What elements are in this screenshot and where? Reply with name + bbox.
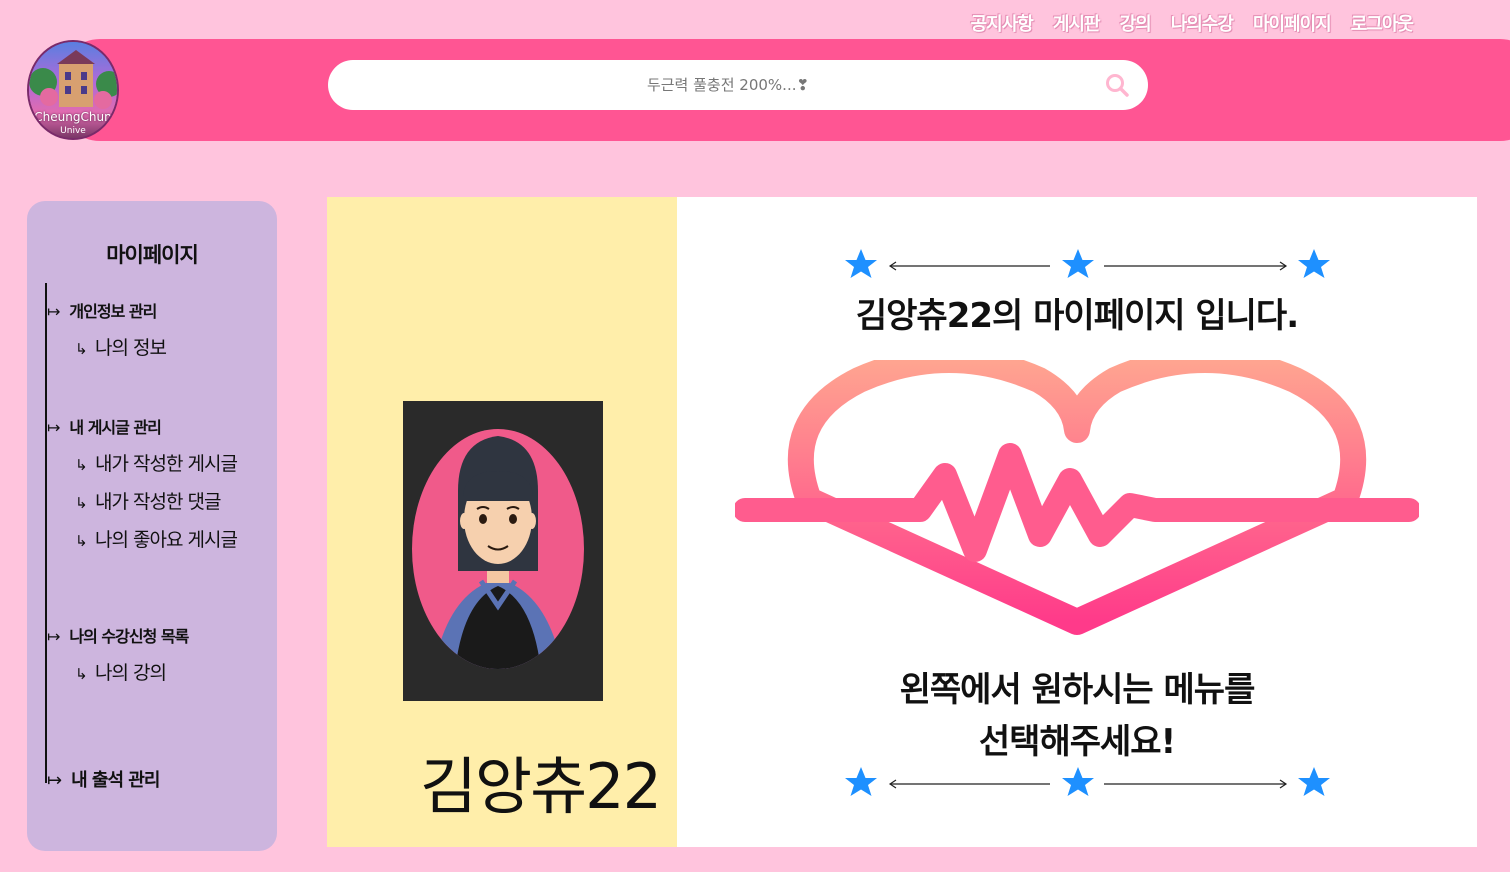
sidebar-section-label: 내 출석 관리 [71,770,160,791]
sidebar-section-label: 내 게시글 관리 [69,418,161,437]
arrow-right-icon: ↦ [47,627,60,646]
logo-text: CheungChun [34,110,112,124]
sidebar-title: 마이페이지 [106,243,199,267]
star-divider-top [845,249,1330,278]
sidebar-item-label: 나의 정보 [95,337,167,359]
sidebar-item-my-info[interactable]: ↳ 나의 정보 [75,333,167,360]
nav-notice[interactable]: 공지사항 [971,10,1034,36]
sidebar-item-label: 나의 강의 [95,662,167,684]
sidebar-tree-line [45,283,47,783]
star-icon [1298,249,1330,278]
top-nav: 공지사항 게시판 강의 나의수강 마이페이지 로그아웃 [971,10,1414,36]
star-icon [1298,767,1330,796]
star-divider-bottom [845,767,1330,796]
sidebar-section-label: 나의 수강신청 목록 [69,627,189,646]
sidebar-item-label: 내가 작성한 댓글 [95,491,221,513]
return-arrow-icon: ↳ [75,456,88,474]
sidebar-section-enrollment[interactable]: ↦ 나의 수강신청 목록 [47,623,189,647]
search-icon[interactable] [1104,72,1130,98]
sidebar-item-label: 내가 작성한 게시글 [95,453,238,475]
star-icon [1062,767,1094,796]
profile-username: 김앙츄22 [420,750,662,823]
instruction-line-2: 선택해주세요! [978,722,1176,762]
return-arrow-icon: ↳ [75,494,88,512]
return-arrow-icon: ↳ [75,532,88,550]
nav-board[interactable]: 게시판 [1053,10,1101,36]
star-icon [845,249,877,278]
nav-logout[interactable]: 로그아웃 [1351,10,1414,36]
welcome-message: 김앙츄22의 마이페이지 입니다. [855,296,1299,336]
instruction-message: 왼쪽에서 원하시는 메뉴를 선택해주세요! [677,664,1477,768]
instruction-line-1: 왼쪽에서 원하시는 메뉴를 [899,670,1256,710]
sidebar-item-my-lectures[interactable]: ↳ 나의 강의 [75,658,167,685]
sidebar-item-my-posts[interactable]: ↳ 내가 작성한 게시글 [75,449,238,476]
star-icon [1062,249,1094,278]
arrow-right-icon: ↦ [47,302,60,321]
sidebar-section-personal[interactable]: ↦ 개인정보 관리 [47,298,157,322]
sidebar-item-label: 나의 좋아요 게시글 [95,529,238,551]
heartbeat-heart-icon [735,360,1419,635]
profile-avatar [403,401,603,701]
search-input[interactable] [328,60,1148,110]
return-arrow-icon: ↳ [75,340,88,358]
site-logo[interactable]: CheungChun Unive [27,40,119,140]
sidebar-section-label: 개인정보 관리 [69,302,157,321]
nav-my-courses[interactable]: 나의수강 [1171,10,1234,36]
sidebar-item-liked-posts[interactable]: ↳ 나의 좋아요 게시글 [75,525,238,552]
sidebar: 마이페이지 ↦ 개인정보 관리 ↳ 나의 정보 ↦ 내 게시글 관리 ↳ 내가 작성한 … [27,201,277,851]
arrow-right-icon: ↦ [47,418,60,437]
return-arrow-icon: ↳ [75,665,88,683]
sidebar-item-my-comments[interactable]: ↳ 내가 작성한 댓글 [75,487,221,514]
sidebar-section-attendance[interactable]: ↦ 내 출석 관리 [47,766,160,792]
nav-mypage[interactable]: 마이페이지 [1253,10,1332,36]
avatar-illustration [412,429,584,669]
star-icon [845,767,877,796]
sidebar-section-posts[interactable]: ↦ 내 게시글 관리 [47,414,162,438]
nav-lecture[interactable]: 강의 [1120,10,1152,36]
logo-subtext: Unive [60,126,86,136]
search-bar [328,60,1148,110]
arrow-right-icon: ↦ [47,770,62,791]
